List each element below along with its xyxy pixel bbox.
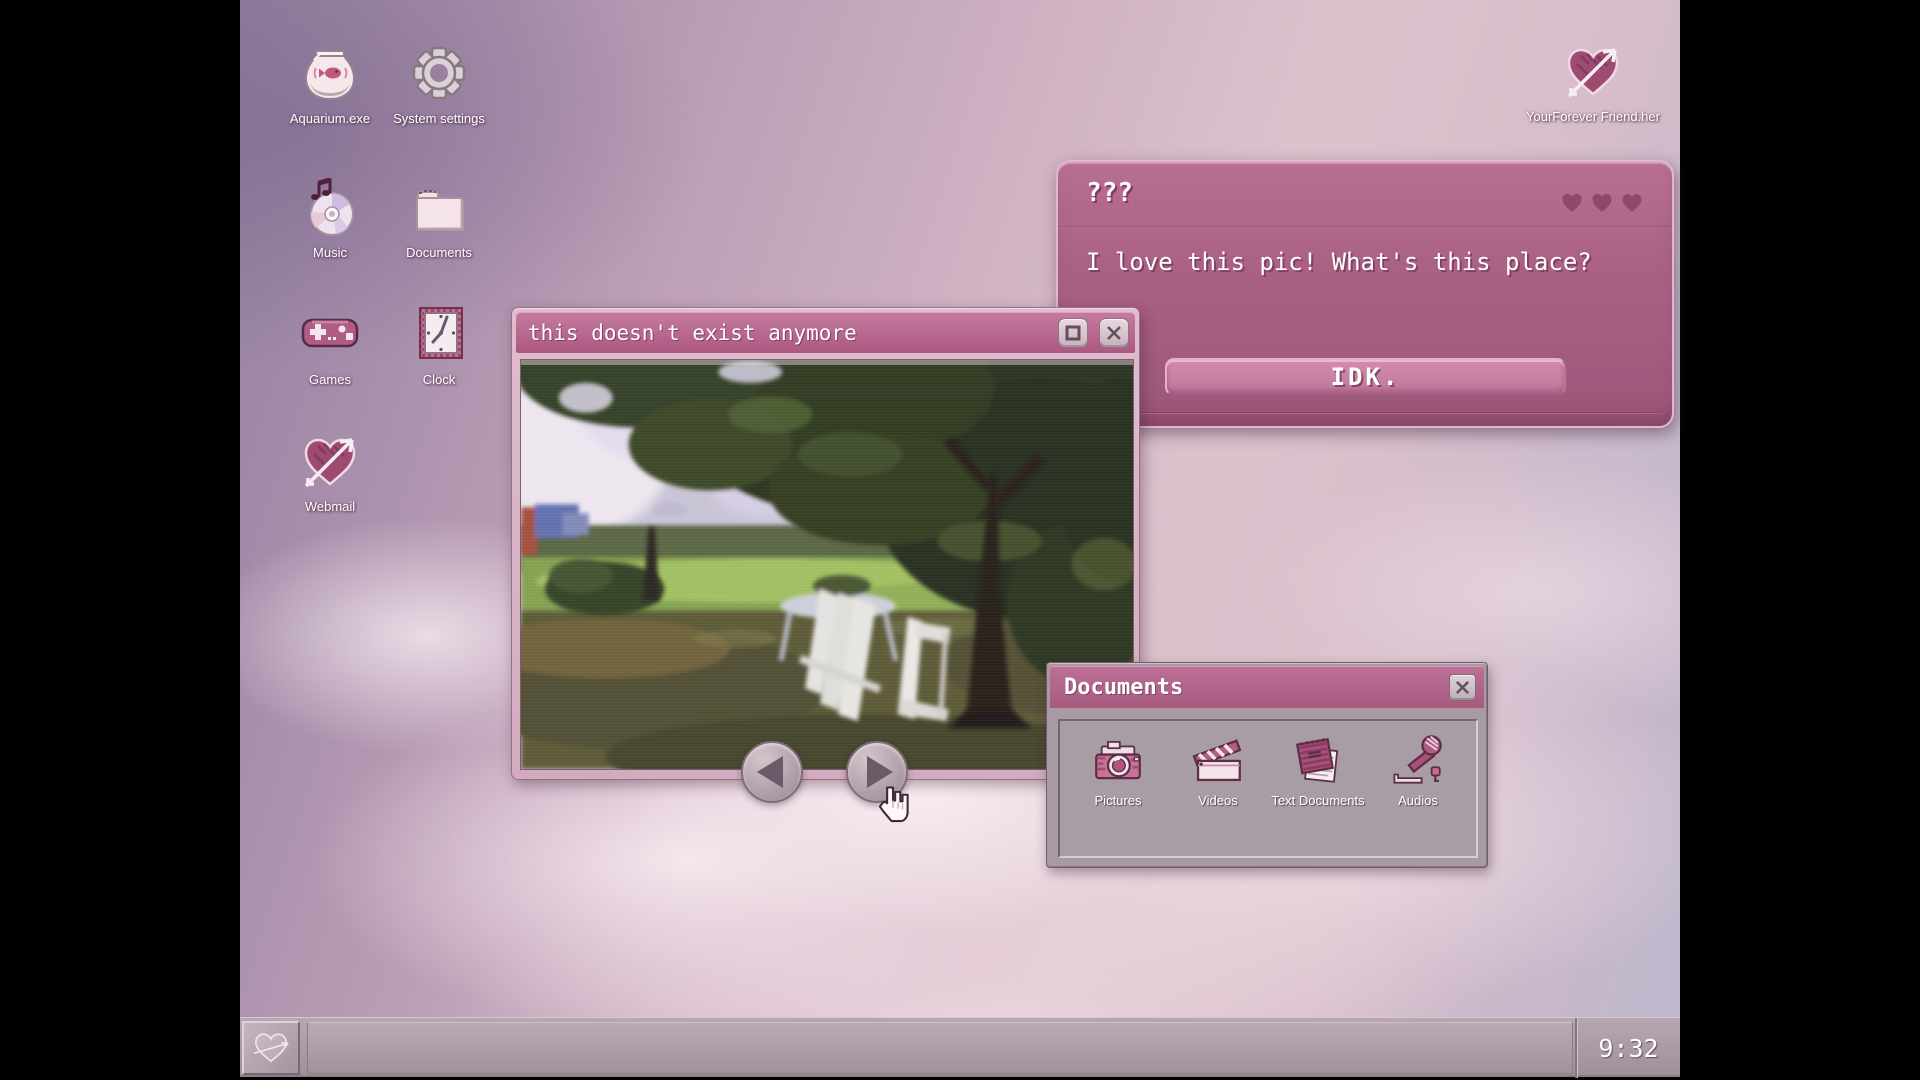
- clapperboard-icon: [1168, 731, 1268, 789]
- desktop-icon-label: Games: [278, 372, 382, 389]
- chat-titlebar-hearts: [1560, 191, 1644, 215]
- documents-item-label: Audios: [1368, 793, 1468, 810]
- photo-garden: [520, 359, 1134, 770]
- desktop-icon-label: Clock: [387, 372, 491, 389]
- desktop-icon-aquarium[interactable]: Aquarium.exe: [278, 42, 382, 128]
- documents-title: Documents: [1064, 675, 1449, 700]
- documents-item-pictures[interactable]: Pictures: [1068, 731, 1168, 856]
- desktop-icon-label: Aquarium.exe: [278, 111, 382, 128]
- letterbox-left: [0, 0, 240, 1080]
- heart-logo-icon: [250, 1027, 292, 1069]
- desktop-icon-label: System settings: [387, 111, 491, 128]
- hand-cursor: [875, 786, 911, 829]
- taskbar: 9:32: [240, 1017, 1680, 1077]
- start-button[interactable]: [242, 1021, 300, 1075]
- chat-window: ??? I love this pic! What's this place? …: [1056, 160, 1674, 428]
- desktop-icon-label: Documents: [387, 245, 491, 262]
- taskbar-tray: [307, 1022, 1573, 1074]
- heart-icon: [1560, 191, 1584, 215]
- microphone-icon: [1368, 731, 1468, 789]
- desktop-icon-webmail[interactable]: Webmail: [278, 430, 382, 516]
- back-icon: [757, 756, 783, 788]
- documents-item-text-documents[interactable]: Text Documents: [1268, 731, 1368, 856]
- maximize-icon: [1064, 324, 1082, 342]
- desktop-icon-forever-friend[interactable]: YourForever Friend.her: [1526, 40, 1660, 126]
- desktop-icon-games[interactable]: Games: [278, 303, 382, 389]
- desktop-icon-label: Music: [278, 245, 382, 262]
- folder-icon: [387, 176, 491, 240]
- photo-scanlines: [521, 360, 1133, 769]
- chat-bottom-line: [1068, 412, 1662, 413]
- close-button[interactable]: [1099, 318, 1129, 348]
- documents-item-label: Videos: [1168, 793, 1268, 810]
- close-button[interactable]: [1449, 674, 1476, 701]
- chat-message: I love this pic! What's this place?: [1086, 248, 1592, 276]
- documents-item-videos[interactable]: Videos: [1168, 731, 1268, 856]
- gamepad-icon: [278, 303, 382, 367]
- documents-window: Documents: [1046, 662, 1488, 868]
- chat-window-title: ???: [1086, 178, 1133, 208]
- heart-icon: [1620, 191, 1644, 215]
- desktop-icon-clock[interactable]: Clock: [387, 303, 491, 389]
- gear-icon: [387, 42, 491, 106]
- desktop-icon-documents[interactable]: Documents: [387, 176, 491, 262]
- chat-title-divider: [1058, 226, 1672, 228]
- forward-icon: [867, 756, 893, 788]
- viewer-titlebar[interactable]: this doesn't exist anymore: [516, 312, 1135, 353]
- heart-arrow-icon: [278, 430, 382, 494]
- close-icon: [1105, 324, 1123, 342]
- camera-icon: [1068, 731, 1168, 789]
- heart-arrow-icon: [1526, 40, 1660, 104]
- previous-image-button[interactable]: [741, 741, 803, 803]
- taskbar-clock-section: 9:32: [1575, 1018, 1680, 1078]
- fishbowl-icon: [278, 42, 382, 106]
- clock-icon: [387, 303, 491, 367]
- desktop-icon-label: Webmail: [278, 499, 382, 516]
- maximize-button[interactable]: [1058, 318, 1088, 348]
- cd-icon: [278, 176, 382, 240]
- letterbox-right: [1680, 0, 1920, 1080]
- heart-icon: [1590, 191, 1614, 215]
- desktop-icon-system-settings[interactable]: System settings: [387, 42, 491, 128]
- taskbar-clock: 9:32: [1598, 1034, 1658, 1063]
- viewer-title: this doesn't exist anymore: [528, 321, 1058, 345]
- screen: Aquarium.exe System settings: [0, 0, 1920, 1080]
- documents-titlebar[interactable]: Documents: [1050, 666, 1484, 708]
- documents-item-label: Pictures: [1068, 793, 1168, 810]
- desktop-icon-music[interactable]: Music: [278, 176, 382, 262]
- notepad-icon: [1268, 731, 1368, 789]
- documents-item-audios[interactable]: Audios: [1368, 731, 1468, 856]
- idk-button[interactable]: IDK.: [1165, 358, 1566, 396]
- close-icon: [1454, 679, 1471, 696]
- documents-panel: Pictures Videos: [1058, 719, 1478, 858]
- desktop-icon-label: YourForever Friend.her: [1526, 109, 1660, 126]
- documents-item-label: Text Documents: [1268, 793, 1368, 810]
